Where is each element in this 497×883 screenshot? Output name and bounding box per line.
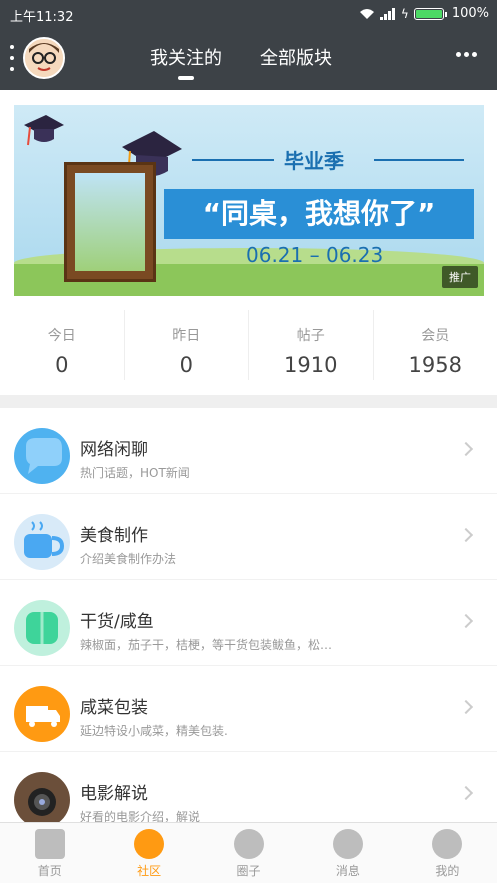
list-item-pickles[interactable]: 咸菜包装 延边特设小咸菜，精美包装. xyxy=(0,666,497,752)
nav-label: 首页 xyxy=(37,864,62,878)
stat-label: 帖子 xyxy=(296,328,325,344)
message-icon xyxy=(332,829,363,859)
nav-label: 社区 xyxy=(137,864,162,878)
battery-percent: 100% xyxy=(451,6,489,21)
status-bar: 上午11:32 ϟ 100% xyxy=(0,0,497,28)
forum-desc: 介绍美食制作办法 xyxy=(80,552,177,566)
book-icon xyxy=(14,600,70,656)
nav-label: 我的 xyxy=(435,864,460,878)
forum-name: 干货/咸鱼 xyxy=(80,612,154,632)
title-line xyxy=(374,159,464,161)
nav-profile[interactable]: 我的 xyxy=(398,823,497,883)
tab-all-sections[interactable]: 全部版块 xyxy=(260,44,332,80)
nav-community[interactable]: 社区 xyxy=(99,823,198,883)
signal-icon xyxy=(379,7,395,20)
promo-banner[interactable]: 毕业季 “同桌，我想你了” 06.21 – 06.23 推广 xyxy=(14,105,484,296)
nav-home[interactable]: 首页 xyxy=(0,823,99,883)
stat-label: 今日 xyxy=(47,328,76,344)
tab-following[interactable]: 我关注的 xyxy=(150,44,222,80)
banner-subtitle: 毕业季 xyxy=(284,149,344,173)
chevron-right-icon xyxy=(458,441,474,457)
forum-list: 网络闲聊 热门话题，HOT新闻 美食制作 介绍美食制作办法 干货/咸鱼 辣椒面，… xyxy=(0,408,497,822)
chevron-right-icon xyxy=(458,699,474,715)
community-icon xyxy=(134,829,165,859)
charging-icon: ϟ xyxy=(400,6,409,21)
status-icons: ϟ 100% xyxy=(359,6,489,21)
grad-cap-icon xyxy=(24,115,64,146)
nav-messages[interactable]: 消息 xyxy=(298,823,397,883)
chevron-right-icon xyxy=(458,527,474,543)
avatar[interactable] xyxy=(23,37,65,79)
stat-value: 0 xyxy=(179,353,193,377)
stat-today: 今日 0 xyxy=(0,310,124,380)
battery-icon xyxy=(413,7,447,20)
forum-name: 网络闲聊 xyxy=(80,440,148,460)
promo-badge: 推广 xyxy=(442,266,478,288)
chevron-right-icon xyxy=(458,785,474,801)
forum-desc: 辣椒面，茄子干，桔梗，等干货包装鲅鱼，松… xyxy=(80,638,333,652)
nav-label: 消息 xyxy=(335,864,360,878)
stat-label: 昨日 xyxy=(172,328,201,344)
banner-dates: 06.21 – 06.23 xyxy=(246,243,384,267)
list-item-food[interactable]: 美食制作 介绍美食制作办法 xyxy=(0,494,497,580)
stats-row: 今日 0 昨日 0 帖子 1910 会员 1958 xyxy=(0,310,497,380)
title-line xyxy=(192,159,274,161)
forum-desc: 延边特设小咸菜，精美包装. xyxy=(80,724,228,738)
forum-desc: 热门话题，HOT新闻 xyxy=(80,466,190,480)
forum-desc: 好看的电影介绍，解说 xyxy=(80,810,201,822)
top-nav: 我关注的 全部版块 xyxy=(0,28,497,90)
forum-name: 美食制作 xyxy=(80,526,148,546)
side-menu-icon[interactable] xyxy=(9,45,15,71)
stat-value: 1958 xyxy=(408,353,462,377)
profile-icon xyxy=(432,829,463,859)
home-icon xyxy=(34,829,65,859)
list-item-dry-goods[interactable]: 干货/咸鱼 辣椒面，茄子干，桔梗，等干货包装鲅鱼，松… xyxy=(0,580,497,666)
stat-posts: 帖子 1910 xyxy=(248,310,373,380)
banner-title: “同桌，我想你了” xyxy=(164,189,474,239)
stat-yesterday: 昨日 0 xyxy=(123,310,249,380)
circle-icon xyxy=(233,829,264,859)
cup-icon xyxy=(14,514,70,570)
nav-label: 圈子 xyxy=(236,864,261,878)
bottom-nav: 首页 社区 圈子 消息 我的 xyxy=(0,822,497,883)
chevron-right-icon xyxy=(458,613,474,629)
list-item-movies[interactable]: 电影解说 好看的电影介绍，解说 xyxy=(0,752,497,822)
more-icon[interactable] xyxy=(456,52,477,57)
top-tabs: 我关注的 全部版块 xyxy=(150,44,332,80)
wifi-icon xyxy=(359,8,374,19)
status-time: 上午11:32 xyxy=(10,10,74,25)
stat-value: 1910 xyxy=(284,353,338,377)
forum-name: 咸菜包装 xyxy=(80,698,148,718)
nav-circle[interactable]: 圈子 xyxy=(199,823,298,883)
forum-name: 电影解说 xyxy=(80,784,148,804)
stat-members: 会员 1958 xyxy=(372,310,497,380)
camera-icon xyxy=(14,772,70,822)
list-item-network-chat[interactable]: 网络闲聊 热门话题，HOT新闻 xyxy=(0,408,497,494)
stat-value: 0 xyxy=(55,353,69,377)
stat-label: 会员 xyxy=(421,328,450,344)
photo-frame xyxy=(64,162,156,282)
header-card: 毕业季 “同桌，我想你了” 06.21 – 06.23 推广 今日 0 昨日 0 帖… xyxy=(0,90,497,395)
chat-bubble-icon xyxy=(14,428,70,484)
truck-icon xyxy=(14,686,70,742)
